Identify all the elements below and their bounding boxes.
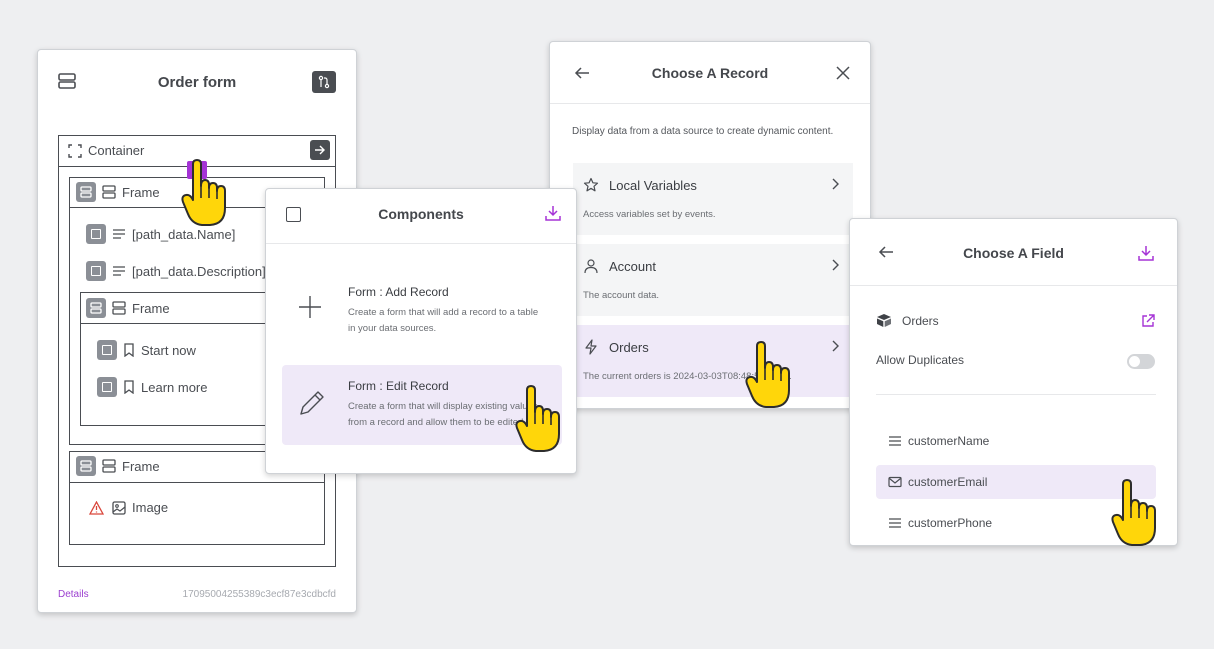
choose-record-panel: Choose A Record Display data from a data…	[549, 41, 871, 409]
star-icon	[583, 177, 599, 193]
chevron-right-icon	[831, 259, 839, 271]
record-item-local-variables[interactable]: Local Variables Access variables set by …	[573, 163, 853, 235]
frame-label: Frame	[122, 458, 160, 474]
element-badge	[97, 340, 117, 360]
pencil-icon	[296, 387, 328, 419]
chevron-right-icon	[831, 340, 839, 352]
frame-1-row[interactable]: Frame	[76, 182, 160, 202]
external-link-icon[interactable]	[1141, 314, 1155, 328]
record-item-title: Account	[609, 259, 656, 274]
element-badge	[86, 261, 106, 281]
field-name: customerPhone	[908, 516, 993, 530]
close-icon[interactable]	[836, 66, 850, 80]
panel-header: Components	[266, 189, 576, 244]
plus-icon	[296, 293, 324, 321]
frame-badge	[86, 298, 106, 318]
element-badge	[97, 377, 117, 397]
frame-2-row[interactable]: Frame	[86, 298, 170, 318]
image-icon	[112, 500, 126, 515]
button-learn-more[interactable]: Learn more	[97, 377, 207, 397]
container-row[interactable]: Container	[68, 143, 144, 158]
details-link[interactable]: Details	[58, 589, 89, 600]
data-source-row: Orders	[876, 313, 939, 328]
field-name: customerEmail	[908, 475, 988, 489]
allow-duplicates-row: Allow Duplicates	[876, 353, 964, 367]
flow-icon	[317, 75, 331, 89]
frame-label: Frame	[132, 300, 170, 316]
container-enter-button[interactable]	[310, 140, 330, 160]
frame-3-row[interactable]: Frame	[76, 456, 160, 476]
mail-icon	[888, 476, 902, 488]
element-badge	[86, 224, 106, 244]
focus-frame-icon	[68, 143, 82, 158]
frame-icon	[102, 459, 116, 473]
toggle-knob	[1129, 356, 1140, 367]
button-start-now[interactable]: Start now	[97, 340, 196, 360]
start-now-label: Start now	[141, 342, 196, 358]
data-source-label: Orders	[902, 313, 939, 328]
bookmark-icon	[123, 343, 135, 357]
download-icon[interactable]	[544, 204, 562, 222]
component-title: Form : Add Record	[348, 285, 449, 299]
record-id: 17095004255389c3ecf87e3cdbcfd	[182, 589, 336, 600]
flow-button[interactable]	[312, 71, 336, 93]
frame-label: Frame	[122, 184, 160, 200]
divider	[876, 394, 1156, 395]
hand-pointer-icon	[181, 159, 226, 226]
arrow-right-icon	[314, 144, 326, 156]
allow-duplicates-label: Allow Duplicates	[876, 353, 965, 367]
component-add-record[interactable]: Form : Add Record Create a form that wil…	[282, 271, 562, 351]
panel-title: Components	[378, 206, 464, 222]
frame-icon	[102, 185, 116, 199]
hand-pointer-icon	[745, 341, 790, 408]
container-label: Container	[88, 143, 145, 158]
page-title: Order form	[157, 74, 237, 91]
database-cube-icon	[876, 313, 892, 328]
component-description: Create a form that will add a record to …	[348, 307, 539, 334]
learn-more-label: Learn more	[141, 379, 208, 395]
panel-header: Choose A Record	[550, 42, 870, 104]
download-icon[interactable]	[1137, 244, 1155, 262]
record-item-title: Orders	[609, 340, 649, 355]
panel-description: Display data from a data source to creat…	[572, 126, 834, 137]
chevron-right-icon	[831, 178, 839, 190]
lightning-icon	[583, 339, 599, 355]
panel-title: Choose A Field	[963, 245, 1064, 261]
frame-icon	[112, 301, 126, 315]
user-icon	[583, 258, 599, 274]
bookmark-icon	[123, 380, 135, 394]
text-field-description[interactable]: [path_data.Description]	[86, 261, 266, 281]
component-title: Form : Edit Record	[348, 379, 449, 393]
divider	[69, 482, 325, 483]
text-lines-icon	[112, 228, 126, 240]
field-description-label: [path_data.Description]	[132, 263, 266, 279]
text-lines-icon	[888, 517, 902, 529]
allow-duplicates-toggle[interactable]	[1127, 354, 1155, 369]
record-item-description: The account data.	[583, 290, 660, 301]
frame-badge	[76, 182, 96, 202]
warning-icon	[89, 500, 104, 515]
panel-header: Choose A Field	[850, 219, 1177, 286]
field-name-label: [path_data.Name]	[132, 226, 236, 242]
panel-title: Choose A Record	[651, 65, 769, 81]
image-element[interactable]: Image	[89, 500, 168, 515]
text-lines-icon	[112, 265, 126, 277]
record-item-account[interactable]: Account The account data.	[573, 244, 853, 316]
field-name: customerName	[908, 434, 990, 448]
image-label: Image	[132, 500, 169, 515]
record-item-description: Access variables set by events.	[583, 209, 716, 220]
hand-pointer-icon	[1111, 479, 1156, 546]
record-item-title: Local Variables	[609, 178, 697, 193]
hand-pointer-icon	[515, 385, 560, 452]
frame-badge	[76, 456, 96, 476]
record-item-orders[interactable]: Orders The current orders is 2024-03-03T…	[573, 325, 853, 397]
text-lines-icon	[888, 435, 902, 447]
field-item-customer-name[interactable]: customerName	[876, 424, 1156, 458]
